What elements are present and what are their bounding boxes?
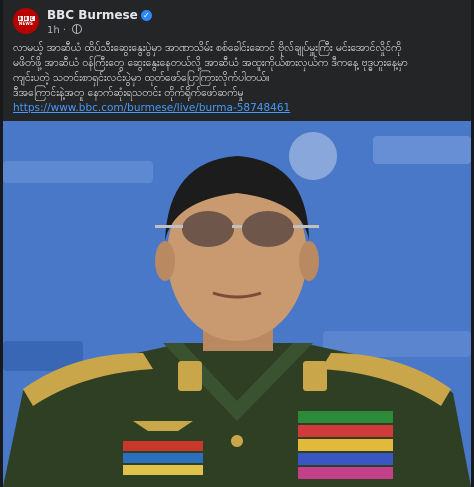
post-photo[interactable] bbox=[3, 121, 471, 487]
caption-line: မဖိတ်ဖို့ အာဆီယံ ဝန်ကြီးတွေ ဆွေးနွေးနေတယ… bbox=[13, 57, 408, 69]
photo-soldier-portrait-icon bbox=[3, 121, 471, 487]
post-timestamp[interactable]: 1h bbox=[47, 25, 60, 36]
caption-line: လာမယ့် အာဆီယံ ထိပ်သီးဆွေးနွေးပွဲမှာ အာဏာ… bbox=[13, 42, 402, 54]
post-caption: လာမယ့် အာဆီယံ ထိပ်သီးဆွေးနွေးပွဲမှာ အာဏာ… bbox=[13, 41, 465, 116]
post-card: B B C NEWS BBC Burmese ✓ 1h · လာမယ့် အာဆီ… bbox=[3, 0, 471, 487]
caption-line: ကျင်းပတဲ့ သတင်းစာရှင်းလင်းပွဲမှာ ထုတ်ဖော… bbox=[13, 72, 270, 84]
bbc-news-logo-icon: B B C NEWS bbox=[17, 15, 35, 26]
post-link[interactable]: https://www.bbc.com/burmese/live/burma-5… bbox=[13, 102, 290, 114]
page-name-link[interactable]: BBC Burmese ✓ bbox=[47, 8, 152, 22]
page-avatar[interactable]: B B C NEWS bbox=[13, 8, 39, 34]
public-audience-globe-icon bbox=[72, 24, 83, 34]
post-meta: 1h · bbox=[47, 24, 83, 36]
verified-badge-icon: ✓ bbox=[140, 10, 152, 21]
caption-line: ဒီအကြောင်းနဲ့အတူ နောက်ဆုံးရသတင်း တိုက်ရိ… bbox=[13, 87, 244, 99]
